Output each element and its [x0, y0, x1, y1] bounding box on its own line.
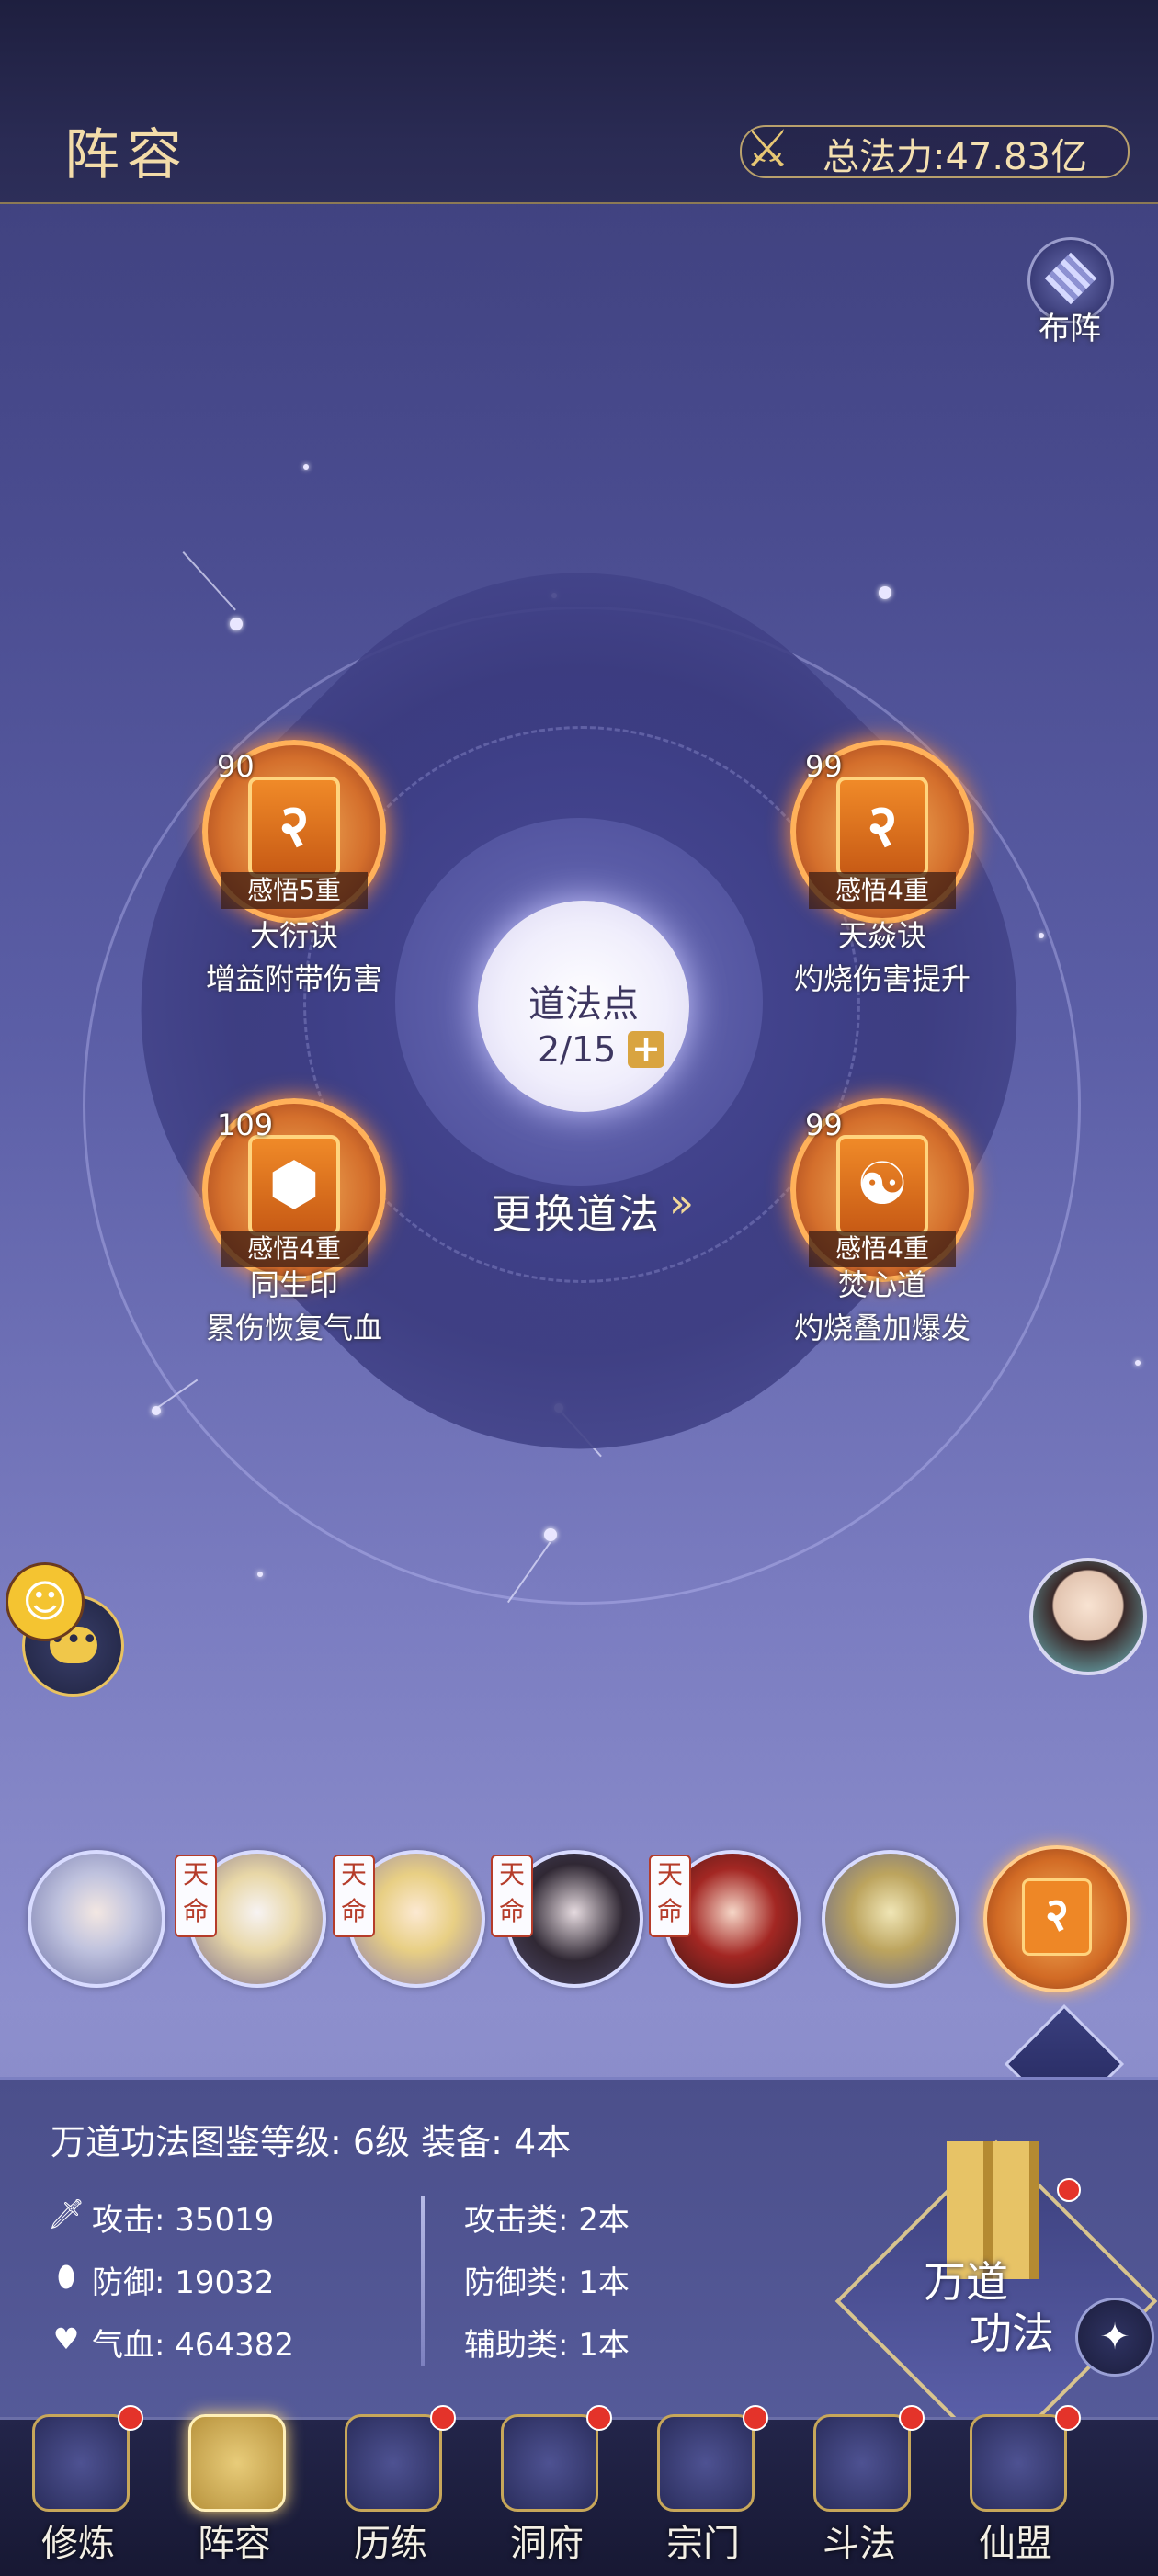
- skill-insight: 感悟4重: [809, 872, 956, 909]
- flame-scroll-icon: ☯: [836, 1135, 928, 1236]
- gate-icon: [501, 2414, 598, 2512]
- dao-points-title: 道法点: [528, 983, 639, 1026]
- scroll-icon: २: [1022, 1878, 1092, 1956]
- skill-name: 同生印: [249, 1267, 338, 1302]
- add-dao-points-button[interactable]: +: [628, 1031, 664, 1068]
- shuriken-icon[interactable]: ✦: [1075, 2298, 1154, 2377]
- tianming-badge: 天命: [491, 1855, 533, 1937]
- turtle-shell-icon: ⬢: [248, 1135, 340, 1236]
- skill-node-tongshengyin[interactable]: ⬢ 109 感悟4重: [202, 1098, 386, 1282]
- skill-name: 大衍诀: [249, 918, 338, 953]
- notification-dot: [1057, 2178, 1081, 2202]
- page-title: 阵容: [64, 123, 189, 187]
- skill-desc: 增益附带伤害: [205, 961, 382, 996]
- notification-dot: [430, 2405, 456, 2431]
- star: [303, 464, 309, 470]
- pagoda-icon: [657, 2414, 755, 2512]
- skill-node-fenxindao[interactable]: ☯ 99 感悟4重: [790, 1098, 974, 1282]
- total-power-value: 总法力:47.83亿: [823, 136, 1087, 178]
- skill-desc: 灼烧伤害提升: [793, 961, 971, 996]
- skill-desc: 灼烧叠加爆发: [793, 1311, 971, 1345]
- skill-level: 99: [805, 1107, 843, 1142]
- notification-dot: [1055, 2405, 1081, 2431]
- skill-level: 90: [217, 749, 255, 784]
- team-gongfa-slot[interactable]: २: [983, 1845, 1130, 1992]
- notification-dot: [586, 2405, 612, 2431]
- crossed-swords-icon: ⚔: [744, 119, 791, 179]
- skill-name: 焚心道: [837, 1267, 926, 1302]
- nav-item-alliance[interactable]: 仙盟: [937, 2405, 1094, 2569]
- tianming-badge: 天命: [333, 1855, 375, 1937]
- skill-node-dayanjue[interactable]: २ 90 感悟5重: [202, 740, 386, 924]
- skill-desc: 累伤恢复气血: [205, 1311, 382, 1345]
- wandao-line2: 功法: [970, 2309, 1054, 2358]
- nav-item-sect[interactable]: 宗门: [625, 2405, 781, 2569]
- nav-item-duel[interactable]: 斗法: [781, 2405, 937, 2569]
- notification-dot: [899, 2405, 925, 2431]
- nav-label: 阵容: [198, 2523, 271, 2565]
- nav-item-trial[interactable]: 历练: [312, 2405, 469, 2569]
- skill-level: 109: [217, 1107, 274, 1142]
- palace-icon: [970, 2414, 1067, 2512]
- team-artifact-slot[interactable]: [822, 1850, 959, 1988]
- heart-icon: ♥: [52, 2321, 80, 2356]
- mountain-icon: [345, 2414, 442, 2512]
- nav-label: 历练: [354, 2523, 427, 2565]
- sword-icon: 🗡: [48, 2196, 85, 2231]
- nav-label: 修炼: [41, 2523, 115, 2565]
- nav-label: 斗法: [823, 2523, 896, 2565]
- star: [1135, 1360, 1141, 1366]
- codex-level-summary: 万道功法图鉴等级: 6级 装备: 4本: [51, 2122, 572, 2162]
- nav-label: 仙盟: [979, 2523, 1052, 2565]
- star: [152, 1406, 161, 1415]
- scroll-icon: २: [836, 777, 928, 878]
- stat-support-type-count: 辅助类: 1本: [464, 2327, 630, 2364]
- tianming-badge: 天命: [649, 1855, 691, 1937]
- skill-insight: 感悟5重: [221, 872, 368, 909]
- dao-points-value: 2/15: [538, 1029, 617, 1070]
- lineup-icon: [188, 2414, 286, 2512]
- npc-avatar[interactable]: [1029, 1558, 1147, 1675]
- swap-dao-button[interactable]: 更换道法: [492, 1181, 661, 1240]
- skill-node-tianyanjue[interactable]: २ 99 感悟4重: [790, 740, 974, 924]
- stat-hp: 气血: 464382: [92, 2327, 295, 2364]
- nav-label: 宗门: [666, 2523, 740, 2565]
- stat-defense-type-count: 防御类: 1本: [464, 2264, 630, 2301]
- wandao-gongfa-label[interactable]: 万道 功法: [924, 2256, 1062, 2359]
- wandao-line1: 万道: [924, 2257, 1008, 2307]
- stats-divider: [421, 2196, 425, 2366]
- formation-button-label[interactable]: 布阵: [1039, 303, 1101, 348]
- scroll-icon: २: [248, 777, 340, 878]
- pet-icon[interactable]: ☺: [6, 1562, 85, 1641]
- arena-icon: [813, 2414, 911, 2512]
- stat-attack-type-count: 攻击类: 2本: [464, 2202, 630, 2239]
- skill-name: 天焱诀: [837, 918, 926, 953]
- nav-item-cultivate[interactable]: 修炼: [0, 2405, 156, 2569]
- notification-dot: [743, 2405, 768, 2431]
- stat-attack: 攻击: 35019: [92, 2202, 275, 2239]
- notification-dot: [118, 2405, 143, 2431]
- stat-defense: 防御: 19032: [92, 2264, 275, 2301]
- constellation-line: [182, 551, 236, 611]
- star: [230, 618, 243, 630]
- shield-icon: ⬮: [56, 2259, 76, 2294]
- cultivate-icon: [32, 2414, 130, 2512]
- star: [257, 1572, 263, 1577]
- double-chevron-right-icon[interactable]: »: [669, 1180, 694, 1227]
- nav-item-cave[interactable]: 洞府: [469, 2405, 625, 2569]
- tianming-badge: 天命: [175, 1855, 217, 1937]
- nav-label: 洞府: [510, 2523, 584, 2565]
- nav-item-lineup[interactable]: 阵容: [156, 2412, 312, 2569]
- star: [879, 586, 891, 599]
- team-member-1[interactable]: [28, 1850, 165, 1988]
- skill-level: 99: [805, 749, 843, 784]
